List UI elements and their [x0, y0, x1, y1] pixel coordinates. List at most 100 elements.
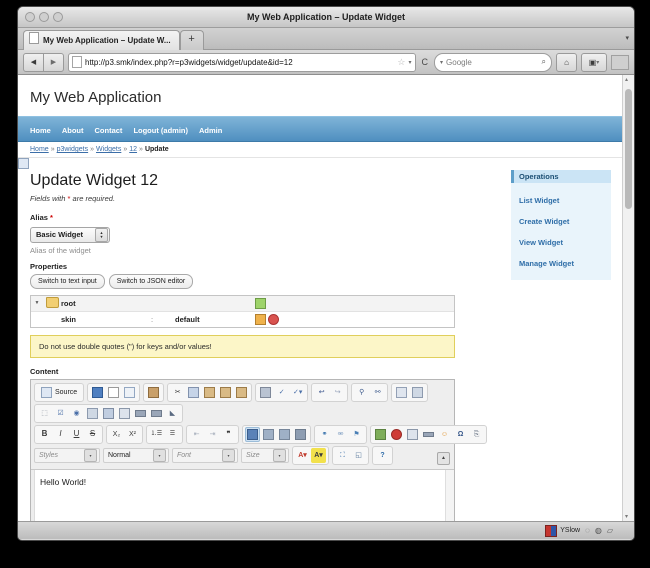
toolbar-collapse-button[interactable]: ▲	[437, 451, 450, 465]
editor-body[interactable]: Hello World!	[31, 469, 454, 521]
chevron-down-icon[interactable]: ▼	[31, 300, 43, 306]
zoom-button[interactable]	[53, 12, 63, 22]
forward-button[interactable]: ▶	[43, 52, 64, 72]
bookmark-caret-icon[interactable]: ▾	[408, 59, 411, 66]
align-center-icon[interactable]	[261, 427, 276, 442]
about-icon[interactable]: ?	[375, 448, 390, 463]
indent-icon[interactable]: ⇥	[205, 427, 220, 442]
special-char-icon[interactable]: Ω	[453, 427, 468, 442]
breadcrumb-widgets[interactable]: Widgets	[96, 146, 121, 153]
italic-icon[interactable]: I	[53, 427, 68, 442]
checkbox-icon[interactable]: ☑	[53, 406, 68, 421]
underline-icon[interactable]: U	[69, 427, 84, 442]
tree-row-root[interactable]: ▼ root	[18, 158, 454, 312]
styles-dropdown[interactable]: Styles ▾	[34, 447, 100, 463]
text-field-icon[interactable]	[85, 406, 100, 421]
preview-icon[interactable]	[122, 385, 137, 400]
align-right-icon[interactable]	[277, 427, 292, 442]
new-page-icon[interactable]	[106, 385, 121, 400]
yslow-indicator[interactable]: YSlow	[545, 524, 580, 537]
format-dropdown[interactable]: Normal ▾	[103, 447, 169, 463]
url-bar[interactable]: http://p3.smk/index.php?r=p3widgets/widg…	[68, 52, 416, 72]
paste-icon[interactable]	[202, 385, 217, 400]
justify-icon[interactable]	[293, 427, 308, 442]
image-button-icon[interactable]	[149, 406, 164, 421]
bookmarks-button[interactable]: ▣ ▾	[581, 52, 607, 72]
print-icon[interactable]	[258, 385, 273, 400]
operation-list-widget[interactable]: List Widget	[519, 196, 559, 205]
spellcheck-icon[interactable]: ✓	[274, 385, 289, 400]
textarea-icon[interactable]	[101, 406, 116, 421]
operation-view-widget[interactable]: View Widget	[519, 238, 563, 247]
undo-icon[interactable]: ↩	[314, 385, 329, 400]
button-icon[interactable]	[133, 406, 148, 421]
menu-item-contact[interactable]: Contact	[95, 126, 123, 135]
menu-item-admin[interactable]: Admin	[199, 126, 222, 135]
search-bar[interactable]: ▾ Google ⌕	[434, 52, 552, 72]
flash-icon[interactable]	[389, 427, 404, 442]
alias-select[interactable]: Basic Widget ▴ ▾	[30, 226, 110, 243]
cut-icon[interactable]: ✂	[170, 385, 185, 400]
page-break-icon[interactable]: ⎘	[469, 427, 484, 442]
status-icon-1[interactable]: ◌	[585, 526, 590, 535]
search-input[interactable]: Google	[446, 58, 539, 67]
scroll-up-icon[interactable]: ▴	[625, 76, 628, 83]
align-left-icon[interactable]	[245, 426, 260, 442]
superscript-icon[interactable]: X²	[125, 427, 140, 442]
operation-manage-widget[interactable]: Manage Widget	[519, 259, 574, 268]
horizontal-rule-icon[interactable]	[421, 427, 436, 442]
bookmark-star-icon[interactable]: ☆	[397, 57, 405, 68]
unlink-icon[interactable]: ⚮	[333, 427, 348, 442]
minimize-button[interactable]	[39, 12, 49, 22]
menu-item-home[interactable]: Home	[30, 126, 51, 135]
outdent-icon[interactable]: ⇤	[189, 427, 204, 442]
copy-icon[interactable]	[186, 385, 201, 400]
new-tab-button[interactable]: +	[179, 30, 204, 50]
breadcrumb-id[interactable]: 12	[129, 146, 137, 153]
spellcheck-menu-icon[interactable]: ✓▾	[290, 385, 305, 400]
search-engine-caret-icon[interactable]: ▾	[440, 59, 443, 66]
scrollbar-thumb[interactable]	[625, 89, 632, 209]
source-button[interactable]: Source	[37, 385, 81, 400]
font-dropdown[interactable]: Font ▾	[172, 447, 238, 463]
strike-icon[interactable]: S	[85, 427, 100, 442]
table-icon[interactable]	[405, 427, 420, 442]
tab-active[interactable]: My Web Application – Update W...	[23, 30, 180, 50]
status-icon-2[interactable]: ◍	[595, 526, 602, 535]
breadcrumb-home[interactable]: Home	[30, 146, 49, 153]
select-all-icon[interactable]	[394, 385, 409, 400]
add-folder-icon[interactable]	[255, 297, 266, 309]
numbered-list-icon[interactable]: ⒈☰	[149, 427, 164, 442]
templates-icon[interactable]	[146, 385, 161, 400]
image-icon[interactable]	[373, 427, 388, 442]
show-blocks-icon[interactable]: ◱	[351, 448, 366, 463]
subscript-icon[interactable]: X₂	[109, 427, 124, 442]
page-scrollbar[interactable]: ▴ ▾	[622, 75, 634, 521]
hidden-field-icon[interactable]: ◣	[165, 406, 180, 421]
reader-button[interactable]	[611, 54, 629, 70]
status-icon-3[interactable]: ▱	[607, 526, 613, 535]
find-icon[interactable]: ⚲	[354, 385, 369, 400]
table-row[interactable]: skin : default	[18, 158, 454, 327]
replace-icon[interactable]: ⚯	[370, 385, 385, 400]
paste-text-icon[interactable]	[218, 385, 233, 400]
scroll-down-icon[interactable]: ▾	[625, 513, 628, 520]
bold-icon[interactable]: B	[37, 427, 52, 442]
window-controls[interactable]	[25, 12, 63, 22]
maximize-icon[interactable]: ⛶	[335, 448, 350, 463]
url-input[interactable]: http://p3.smk/index.php?r=p3widgets/widg…	[85, 58, 394, 67]
redo-icon[interactable]: ↪	[330, 385, 345, 400]
menu-item-logout[interactable]: Logout (admin)	[133, 126, 188, 135]
select-field-icon[interactable]	[117, 406, 132, 421]
switch-to-json-editor-button[interactable]: Switch to JSON editor	[108, 273, 194, 289]
bulleted-list-icon[interactable]: ☰	[165, 427, 180, 442]
anchor-icon[interactable]: ⚑	[349, 427, 364, 442]
link-icon[interactable]: ⚭	[317, 427, 332, 442]
background-color-icon[interactable]: A▾	[311, 447, 326, 463]
save-icon[interactable]	[90, 385, 105, 400]
tab-list-icon[interactable]: ▾	[625, 34, 629, 42]
blockquote-icon[interactable]: ❞	[221, 427, 236, 442]
back-button[interactable]: ◀	[23, 52, 44, 72]
size-dropdown[interactable]: Size ▾	[241, 447, 289, 463]
close-button[interactable]	[25, 12, 35, 22]
